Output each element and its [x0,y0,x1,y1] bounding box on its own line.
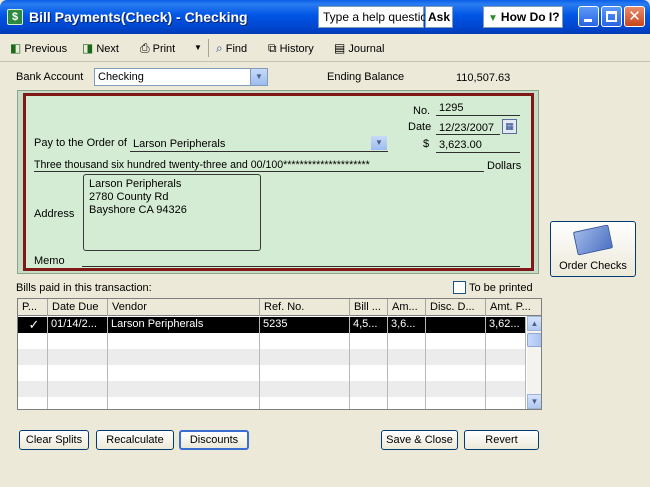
memo-field[interactable] [82,266,520,267]
find-button[interactable]: ⌕ Find [216,39,247,57]
date-due-cell: 01/14/2... [48,317,108,333]
amount-words-underline [34,171,484,172]
table-row[interactable] [18,365,526,381]
column-header[interactable]: Ref. No. [260,299,350,316]
bank-account-select[interactable]: Checking ▼ [94,68,268,86]
pay-to-label: Pay to the Order of [34,137,127,149]
address-line: Bayshore CA 94326 [89,204,187,216]
ending-balance-label: Ending Balance [327,71,405,83]
window-title: Bill Payments(Check) - Checking [29,9,248,25]
to-be-printed-label: To be printed [469,282,533,294]
calendar-icon[interactable]: ▦ [502,119,517,134]
triangle-down-icon: ▼ [488,13,498,24]
revert-button[interactable]: Revert [464,430,539,450]
vendor-cell: Larson Peripherals [108,317,260,333]
minimize-button[interactable] [578,6,599,27]
how-do-i-button[interactable]: ▼ How Do I? [483,6,563,28]
amount-underline [436,152,520,153]
minimize-icon [584,19,592,22]
previous-button[interactable]: ◧ Previous [10,39,67,57]
column-header[interactable]: Vendor [108,299,260,316]
check-no-label: No. [413,105,431,117]
chevron-down-icon: ▼ [194,43,202,52]
amount-due-cell: 3,6... [388,317,426,333]
bills-table: P... Date Due Vendor Ref. No. Bill ... A… [17,298,542,410]
table-row[interactable] [18,349,526,365]
dollars-label: Dollars [487,160,522,172]
memo-label: Memo [34,255,65,267]
checkmark-icon[interactable]: ✓ [18,317,48,333]
app-icon: $ [7,9,23,25]
payee-underline [130,151,388,152]
address-label: Address [34,208,75,220]
scroll-thumb[interactable] [527,333,541,347]
chevron-down-icon[interactable]: ▼ [371,136,387,150]
vertical-scrollbar[interactable]: ▲ ▼ [527,316,541,409]
column-header[interactable]: P... [18,299,48,316]
table-row[interactable] [18,381,526,397]
close-button[interactable]: ✕ [624,6,645,27]
discount-date-cell [426,317,486,333]
payee-field[interactable]: Larson Peripherals [133,138,225,150]
journal-icon: ▤ [334,41,346,55]
table-row[interactable] [18,333,526,349]
print-button[interactable]: ⎙ Print [140,39,175,57]
arrow-left-icon: ◧ [10,41,22,55]
table-header: P... Date Due Vendor Ref. No. Bill ... A… [18,299,541,316]
date-label: Date [408,121,432,133]
column-header[interactable]: Am... [388,299,426,316]
history-icon: ⧉ [268,41,277,55]
bank-account-label: Bank Account [16,71,84,83]
chevron-down-icon[interactable]: ▼ [250,69,267,85]
history-button[interactable]: ⧉ History [268,39,314,57]
print-dropdown-button[interactable]: ▼ [194,39,202,57]
bank-account-value: Checking [98,71,144,83]
ending-balance-value: 110,507.63 [456,72,511,84]
toolbar-separator [208,39,209,57]
next-button[interactable]: ◨ Next [82,39,119,57]
arrow-right-icon: ◨ [82,41,94,55]
check-no-field[interactable]: 1295 [439,102,463,114]
scroll-up-icon[interactable]: ▲ [527,316,541,331]
scroll-down-icon[interactable]: ▼ [527,394,541,409]
help-search-input[interactable]: Type a help question [318,6,434,28]
column-header[interactable]: Bill ... [350,299,388,316]
address-line: Larson Peripherals [89,178,182,190]
address-field[interactable]: Larson Peripherals 2780 County Rd Baysho… [83,174,261,251]
table-row[interactable]: ✓ 01/14/2... Larson Peripherals 5235 4,5… [18,317,526,333]
title-bar: $ Bill Payments(Check) - Checking Type a… [0,0,650,34]
checkbook-icon [572,224,614,256]
column-header[interactable]: Disc. D... [426,299,486,316]
toolbar: ◧ Previous ◨ Next ⎙ Print ▼ ⌕ Find ⧉ History … [0,34,650,62]
bills-paid-label: Bills paid in this transaction: [16,282,152,294]
address-line: 2780 County Rd [89,191,169,203]
discounts-button[interactable]: Discounts [179,430,249,450]
amount-field[interactable]: 3,623.00 [439,139,482,151]
printer-icon: ⎙ [140,41,150,55]
amount-words: Three thousand six hundred twenty-three … [34,159,370,171]
dollar-sign: $ [423,138,430,150]
bill-amount-cell: 4,5... [350,317,388,333]
check-no-underline [436,115,520,116]
order-checks-button[interactable]: Order Checks [550,221,636,277]
maximize-icon [606,11,617,22]
column-header[interactable]: Amt. P... [486,299,541,316]
find-icon: ⌕ [216,41,223,55]
ask-button[interactable]: Ask [425,6,453,28]
close-icon: ✕ [628,8,641,25]
date-field[interactable]: 12/23/2007 [439,122,494,134]
column-header[interactable]: Date Due [48,299,108,316]
maximize-button[interactable] [601,6,622,27]
clear-splits-button[interactable]: Clear Splits [19,430,89,450]
order-checks-label: Order Checks [559,260,627,272]
save-close-button[interactable]: Save & Close [381,430,458,450]
date-underline [436,134,500,135]
to-be-printed-checkbox[interactable] [453,281,466,294]
table-row[interactable] [18,397,526,409]
amount-paid-cell[interactable]: 3,62... [486,317,526,333]
ref-no-cell: 5235 [260,317,350,333]
journal-button[interactable]: ▤ Journal [334,39,384,57]
recalculate-button[interactable]: Recalculate [96,430,174,450]
